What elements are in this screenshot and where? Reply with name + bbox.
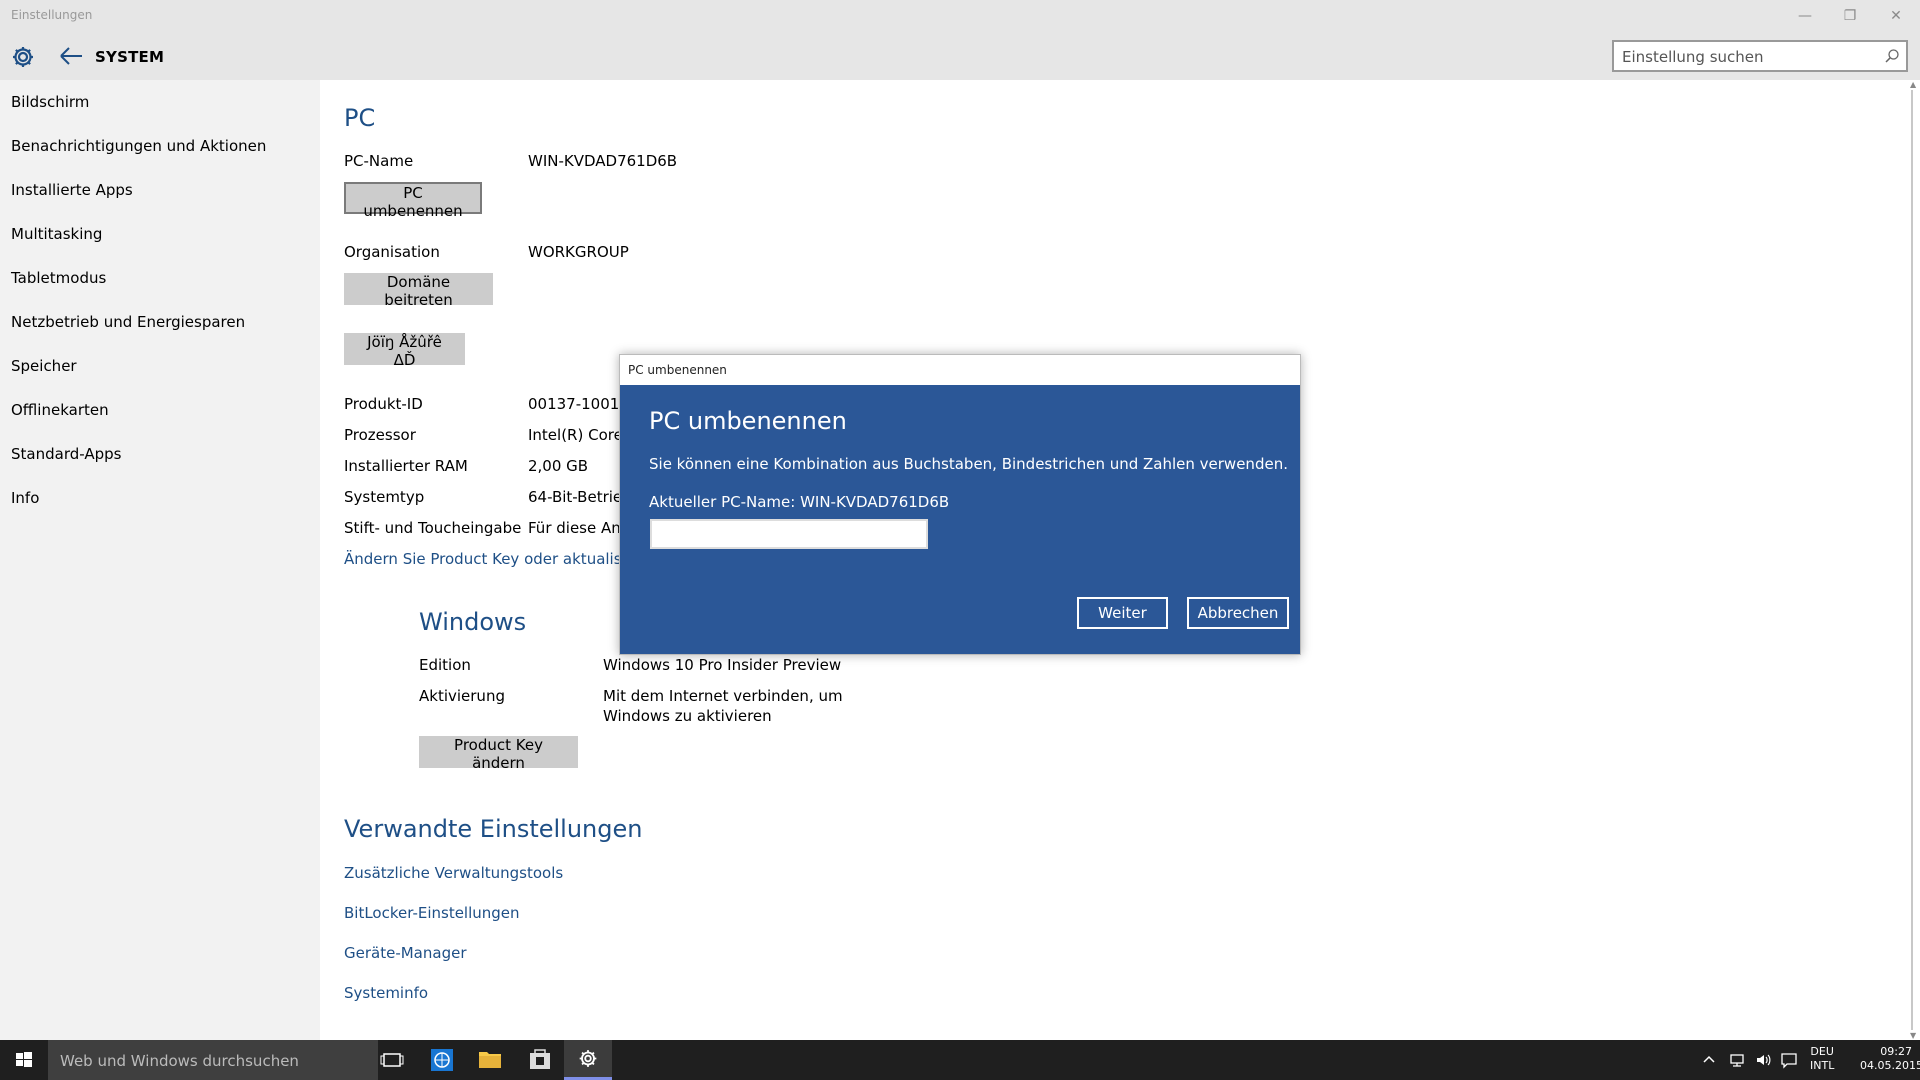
keyboard-layout: INTL	[1810, 1059, 1835, 1072]
related-settings-heading: Verwandte Einstellungen	[344, 815, 643, 843]
clock-date: 04.05.2015	[1860, 1059, 1920, 1072]
cancel-button[interactable]: Abbrechen	[1187, 597, 1289, 629]
clock-time: 09:27	[1880, 1045, 1912, 1058]
store-icon[interactable]	[516, 1040, 564, 1080]
ram-value: 2,00 GB	[528, 457, 589, 475]
taskbar-search-box[interactable]: Web und Windows durchsuchen	[48, 1040, 378, 1080]
close-button[interactable]: ✕	[1879, 4, 1913, 28]
pc-name-label: PC-Name	[344, 152, 414, 170]
organisation-value: WORKGROUP	[528, 243, 629, 261]
browser-icon[interactable]	[418, 1040, 466, 1080]
minimize-button[interactable]: —	[1788, 4, 1822, 28]
app-title: Einstellungen	[11, 8, 93, 22]
product-key-link[interactable]: Ändern Sie Product Key oder aktualisiere…	[344, 550, 660, 568]
task-view-icon[interactable]	[368, 1040, 416, 1080]
sidebar-item-offlinekarten[interactable]: Offlinekarten	[11, 401, 109, 419]
join-domain-button[interactable]: Domäne beitreten	[344, 273, 493, 309]
windows-start-icon[interactable]	[0, 1040, 48, 1080]
pen-touch-label: Stift- und Toucheingabe	[344, 519, 522, 537]
network-icon[interactable]	[1728, 1051, 1746, 1069]
main-scrollbar[interactable]: ▲ ▼	[1908, 80, 1920, 1040]
next-button[interactable]: Weiter	[1077, 597, 1168, 629]
dialog-current-name: Aktueller PC-Name: WIN-KVDAD761D6B	[649, 493, 950, 511]
link-bitlocker[interactable]: BitLocker-Einstellungen	[344, 904, 520, 922]
back-arrow-icon[interactable]	[58, 44, 84, 68]
input-language-indicator[interactable]: DEU INTL	[1810, 1045, 1834, 1073]
taskbar: Web und Windows durchsuchen DEU INTL 09:…	[0, 1040, 1920, 1080]
new-pc-name-input[interactable]	[650, 519, 928, 549]
link-systeminfo[interactable]: Systeminfo	[344, 984, 428, 1002]
sidebar-item-netzbetrieb[interactable]: Netzbetrieb und Energiesparen	[11, 313, 245, 331]
edition-value: Windows 10 Pro Insider Preview	[603, 656, 842, 674]
sidebar-item-speicher[interactable]: Speicher	[11, 357, 77, 375]
settings-header: SYSTEM	[0, 32, 1920, 80]
rename-pc-button[interactable]: PC umbenennen	[344, 182, 482, 220]
title-bar: Einstellungen — ❐ ✕	[0, 0, 1920, 32]
show-hidden-icons-icon[interactable]	[1700, 1051, 1718, 1069]
sidebar: Bildschirm Benachrichtigungen und Aktion…	[0, 80, 320, 1040]
taskbar-search-placeholder: Web und Windows durchsuchen	[60, 1052, 299, 1070]
ram-label: Installierter RAM	[344, 457, 468, 475]
processor-label: Prozessor	[344, 426, 416, 444]
action-center-icon[interactable]	[1780, 1051, 1798, 1069]
scrollbar-thumb[interactable]	[1911, 90, 1913, 1030]
taskbar-clock[interactable]: 09:27 04.05.2015	[1860, 1045, 1920, 1073]
dialog-window-title: PC umbenennen	[628, 363, 727, 377]
change-product-key-button[interactable]: Product Key ändern	[419, 736, 578, 772]
system-type-value: 64-Bit-Betrieb	[528, 488, 632, 506]
settings-search-input[interactable]	[1622, 47, 1872, 67]
link-geraete-manager[interactable]: Geräte-Manager	[344, 944, 466, 962]
sidebar-item-standard-apps[interactable]: Standard-Apps	[11, 445, 121, 463]
activation-label: Aktivierung	[419, 687, 505, 705]
sidebar-item-multitasking[interactable]: Multitasking	[11, 225, 102, 243]
gear-icon[interactable]	[10, 44, 36, 70]
section-title: SYSTEM	[95, 48, 165, 66]
language-code: DEU	[1810, 1045, 1834, 1058]
sidebar-item-benachrichtigungen[interactable]: Benachrichtigungen und Aktionen	[11, 137, 266, 155]
maximize-button[interactable]: ❐	[1833, 4, 1867, 28]
activation-value-line2: Windows zu aktivieren	[603, 707, 772, 725]
system-type-label: Systemtyp	[344, 488, 425, 506]
windows-heading: Windows	[419, 608, 527, 636]
sidebar-item-tabletmodus[interactable]: Tabletmodus	[11, 269, 106, 287]
join-azure-ad-button[interactable]: Jöïŋ Åžûřê ΔĎ	[344, 333, 465, 369]
sidebar-item-installierte-apps[interactable]: Installierte Apps	[11, 181, 133, 199]
edition-label: Edition	[419, 656, 471, 674]
search-icon[interactable]	[1884, 48, 1900, 64]
pc-heading: PC	[344, 104, 376, 132]
dialog-description: Sie können eine Kombination aus Buchstab…	[649, 455, 1288, 473]
product-id-label: Produkt-ID	[344, 395, 423, 413]
settings-search-box[interactable]	[1612, 40, 1908, 72]
pc-name-value: WIN-KVDAD761D6B	[528, 152, 678, 170]
volume-icon[interactable]	[1754, 1051, 1772, 1069]
link-verwaltungstools[interactable]: Zusätzliche Verwaltungstools	[344, 864, 563, 882]
sidebar-item-bildschirm[interactable]: Bildschirm	[11, 93, 89, 111]
file-explorer-icon[interactable]	[466, 1040, 514, 1080]
sidebar-item-info[interactable]: Info	[11, 489, 39, 507]
scroll-up-icon[interactable]: ▲	[1910, 80, 1916, 89]
rename-pc-dialog: PC umbenennen PC umbenennen Sie können e…	[619, 354, 1301, 655]
activation-value-line1: Mit dem Internet verbinden, um	[603, 687, 843, 705]
dialog-title-bar: PC umbenennen	[620, 355, 1300, 385]
settings-app-icon[interactable]	[564, 1040, 612, 1080]
scroll-down-icon[interactable]: ▼	[1910, 1031, 1916, 1040]
dialog-heading: PC umbenennen	[649, 407, 847, 435]
organisation-label: Organisation	[344, 243, 440, 261]
